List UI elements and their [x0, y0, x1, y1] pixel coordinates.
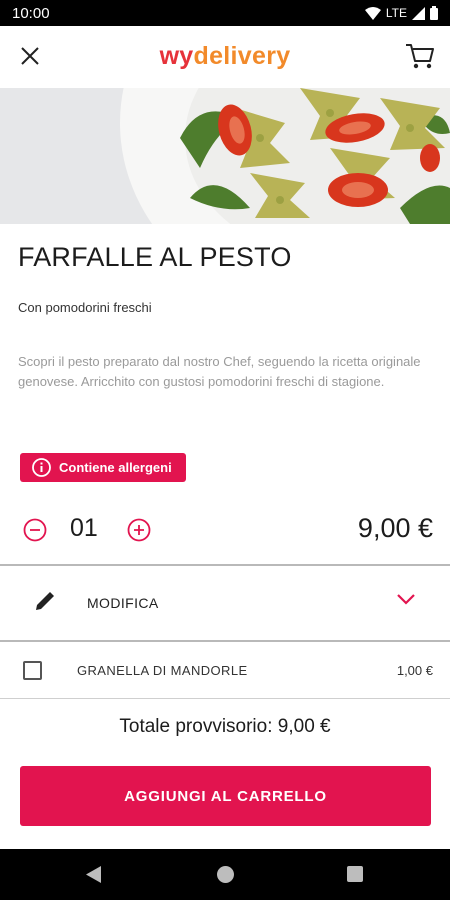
system-nav-bar — [0, 849, 450, 900]
cart-icon — [406, 44, 434, 69]
network-label: LTE — [385, 6, 407, 20]
quantity-value: 01 — [70, 514, 98, 542]
close-button[interactable] — [16, 42, 44, 70]
decrease-quantity-button[interactable] — [23, 518, 47, 542]
app-bar: wydelivery — [0, 26, 450, 86]
option-label: GRANELLA DI MANDORLE — [77, 663, 248, 678]
total-text: Totale provvisorio: 9,00 € — [119, 716, 331, 737]
product-description: Scopri il pesto preparato dal nostro Che… — [18, 354, 421, 389]
product-title: FARFALLE AL PESTO — [18, 242, 292, 272]
allergen-button[interactable]: Contiene allergeni — [20, 453, 186, 482]
minus-circle-icon — [23, 518, 47, 542]
status-bar: 10:00 LTE — [0, 0, 450, 26]
modify-label: MODIFICA — [87, 595, 159, 611]
signal-icon — [412, 6, 425, 20]
quantity-row: 01 9,00 € — [0, 510, 450, 552]
product-price: 9,00 € — [357, 513, 433, 543]
chevron-down-icon — [397, 594, 415, 605]
allergen-label: Contiene allergeni — [59, 460, 172, 475]
pencil-icon — [36, 592, 54, 610]
status-icons: LTE — [364, 6, 438, 20]
option-checkbox[interactable] — [23, 661, 42, 680]
info-icon — [32, 458, 51, 477]
increase-quantity-button[interactable] — [127, 518, 151, 542]
divider — [0, 698, 450, 699]
option-price: 1,00 € — [396, 663, 433, 678]
cart-button[interactable] — [404, 40, 436, 72]
home-icon[interactable] — [217, 866, 234, 883]
add-to-cart-button[interactable]: AGGIUNGI AL CARRELLO — [20, 766, 431, 826]
wifi-icon — [364, 6, 381, 20]
plus-circle-icon — [127, 518, 151, 542]
product-subtitle: Con pomodorini freschi — [18, 300, 152, 315]
app-logo: wydelivery — [160, 42, 291, 71]
option-row[interactable]: GRANELLA DI MANDORLE 1,00 € — [0, 642, 450, 698]
product-image — [0, 88, 450, 224]
close-icon — [21, 47, 39, 65]
modify-dropdown[interactable]: MODIFICA — [0, 566, 450, 640]
battery-icon — [430, 6, 438, 20]
back-icon[interactable] — [86, 866, 102, 883]
logo-text-part1: wy — [159, 41, 194, 70]
status-time: 10:00 — [12, 4, 50, 22]
recent-apps-icon[interactable] — [347, 866, 363, 882]
logo-text-part2: delivery — [193, 41, 291, 70]
